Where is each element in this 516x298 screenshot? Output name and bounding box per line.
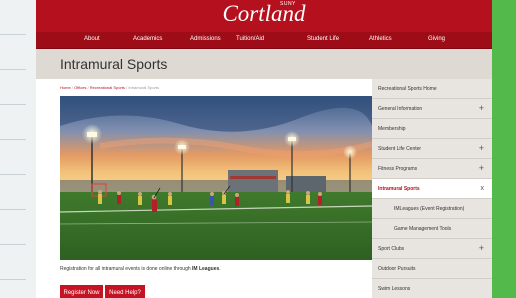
nav-academics[interactable]: Academics [133,36,162,42]
sidebar-item-label: Fitness Programs [378,166,418,172]
sidebar-item-recreational-sports-home[interactable]: Recreational Sports Home [372,79,492,99]
sidebar-item-general-information[interactable]: General Information + [372,99,492,119]
sidebar-item-label: Student Life Center [378,146,422,152]
expand-plus-icon[interactable]: + [479,143,484,153]
sidebar-item-label: Swim Lessons [378,286,411,292]
expand-plus-icon[interactable]: + [479,163,484,173]
breadcrumb-offices[interactable]: Offices [74,85,86,90]
sidebar-item-swim-lessons[interactable]: Swim Lessons [372,279,492,298]
sidebar-item-label: Membership [378,126,406,132]
sidebar-item-label: Recreational Sports Home [378,86,437,92]
title-bar: Intramural Sports [36,49,492,79]
divider [0,174,26,175]
breadcrumb-current: Intramural Sports [128,85,159,90]
page-title: Intramural Sports [60,56,168,72]
divider [0,279,26,280]
cortland-logo[interactable]: SUNY Cortland [36,1,492,27]
divider [0,209,26,210]
sidebar-item-outdoor-pursuits[interactable]: Outdoor Pursuits [372,259,492,279]
caption-text: Registration for all intramural events i… [60,266,193,272]
sidebar-item-label: General Information [378,106,423,112]
right-scroll-strip [492,0,516,298]
main-navigation: About Academics Admissions Tuition/Aid S… [36,32,492,49]
divider [0,244,26,245]
sidebar-item-label: IMLeagues (Event Registration) [394,206,465,212]
register-now-button[interactable]: Register Now [60,285,103,298]
breadcrumb-recreational-sports[interactable]: Recreational Sports [90,85,125,90]
expand-plus-icon[interactable]: + [479,243,484,253]
sidebar-item-imleagues[interactable]: IMLeagues (Event Registration) [372,199,492,219]
sidebar-item-intramural-sports[interactable]: Intramural Sports x [372,179,492,199]
breadcrumb-home[interactable]: Home [60,85,71,90]
logo-suny: SUNY [280,1,296,7]
im-leagues-link[interactable]: IM Leagues [192,266,219,272]
nav-tuition-aid[interactable]: Tuition/Aid [236,36,264,42]
registration-caption: Registration for all intramural events i… [60,266,221,272]
need-help-button[interactable]: Need Help? [105,285,145,298]
breadcrumb: Home / Offices / Recreational Sports / I… [60,85,159,90]
divider [0,104,26,105]
nav-about[interactable]: About [84,36,100,42]
sidebar-item-student-life-center[interactable]: Student Life Center + [372,139,492,159]
sidebar-item-sport-clubs[interactable]: Sport Clubs + [372,239,492,259]
divider [0,139,26,140]
sidebar-item-label: Outdoor Pursuits [378,266,416,272]
sidebar-navigation: Recreational Sports Home General Informa… [372,79,492,298]
nav-athletics[interactable]: Athletics [369,36,392,42]
hero-image-intramural-lacrosse [60,96,372,260]
expand-plus-icon[interactable]: + [479,103,484,113]
left-background-panel [0,0,36,298]
breadcrumb-separator: / [87,85,89,90]
sidebar-item-label: Game Management Tools [394,226,452,232]
divider [0,69,26,70]
nav-student-life[interactable]: Student Life [307,36,339,42]
nav-giving[interactable]: Giving [428,36,445,42]
sidebar-item-label: Sport Clubs [378,246,405,252]
divider [0,34,26,35]
sidebar-item-fitness-programs[interactable]: Fitness Programs + [372,159,492,179]
sidebar-item-label: Intramural Sports [378,186,420,192]
breadcrumb-separator: / [71,85,73,90]
site-header: SUNY Cortland [36,0,492,32]
sidebar-item-membership[interactable]: Membership [372,119,492,139]
nav-admissions[interactable]: Admissions [190,36,221,42]
collapse-x-icon[interactable]: x [481,185,485,192]
sidebar-item-game-management-tools[interactable]: Game Management Tools [372,219,492,239]
website-page: SUNY Cortland About Academics Admissions… [36,0,492,298]
caption-period: . [219,266,221,272]
